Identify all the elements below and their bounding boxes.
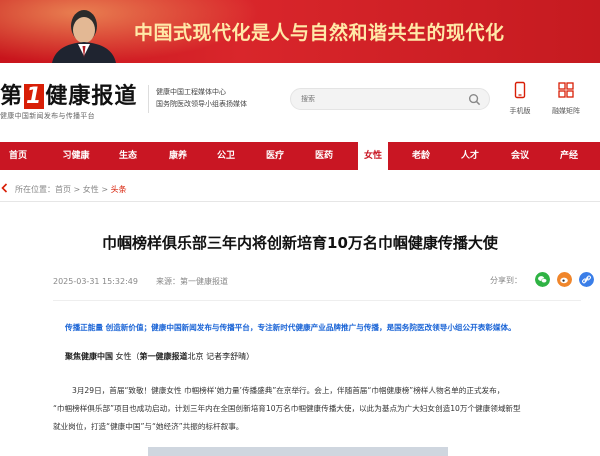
nav-item-talent[interactable]: 人才: [461, 142, 479, 170]
nav-item-conference[interactable]: 会议: [511, 142, 529, 170]
nav-item-elderly[interactable]: 老龄: [412, 142, 430, 170]
nav-item-industry[interactable]: 产经: [560, 142, 578, 170]
logo-prefix: 第: [0, 84, 24, 109]
nav-item-public-health[interactable]: 公卫: [217, 142, 235, 170]
nav-item-medicine[interactable]: 医药: [315, 142, 333, 170]
breadcrumb-prefix: 所在位置：: [15, 185, 55, 194]
main-nav: 首页 习健康 生态 康养 公卫 医疗 医药 女性 老龄 人才 会议 产经: [0, 142, 600, 170]
breadcrumb-section[interactable]: 女性: [83, 185, 99, 194]
mobile-version-button[interactable]: 手机版: [500, 81, 540, 116]
article-image: [148, 447, 448, 456]
logo-tagline: 健康中国新闻发布与传播平台: [0, 112, 95, 120]
site-logo[interactable]: 第 1 健康报道 健康中国新闻发布与传播平台: [0, 78, 137, 121]
breadcrumb-sep-2: >: [98, 185, 111, 194]
search-box[interactable]: [290, 88, 490, 110]
nav-item-xi-health[interactable]: 习健康: [62, 142, 89, 170]
banner-slogan: 中国式现代化是人与自然和谐共生的现代化: [134, 22, 505, 44]
breadcrumb-home[interactable]: 首页: [55, 185, 71, 194]
weibo-share-icon[interactable]: [557, 272, 573, 287]
share-bar: 分享到：: [490, 272, 595, 290]
logo-one: 1: [24, 84, 45, 109]
byline-focus: 聚焦健康中国: [65, 352, 113, 361]
header-divider: [148, 85, 149, 113]
breadcrumb-divider: [0, 201, 600, 202]
media-matrix-label: 融媒矩阵: [552, 107, 580, 115]
nav-item-ecology[interactable]: 生态: [119, 142, 137, 170]
grid-icon: [558, 82, 574, 98]
wechat-share-icon[interactable]: [535, 272, 551, 287]
article-summary: 传播正能量 创造新价值；健康中国新闻发布与传播平台，专注新时代健康产业品牌推广与…: [65, 323, 516, 332]
back-arrow-icon[interactable]: [0, 183, 10, 193]
top-banner: 中国式现代化是人与自然和谐共生的现代化: [0, 0, 600, 63]
search-input[interactable]: [301, 92, 461, 106]
search-icon[interactable]: [468, 93, 481, 106]
header-subtitle-1: 健康中国工程媒体中心: [156, 88, 226, 96]
article-date: 2025-03-31 15:32:49: [53, 277, 138, 286]
article-paragraph-3: 就业岗位，打造“健康中国”与“她经济”共振的标杆叙事。: [53, 422, 244, 431]
nav-item-women[interactable]: 女性: [357, 142, 389, 170]
nav-item-medical[interactable]: 医疗: [266, 142, 284, 170]
byline-outlet: 第一健康报道: [139, 352, 188, 361]
meta-divider: [53, 300, 581, 301]
byline-section: 女性（: [113, 352, 140, 361]
banner-portrait: [52, 10, 116, 63]
article-paragraph-2: “巾帼榜样俱乐部”项目也成功启动，计划三年内在全国创新培育10万名巾帼健康传播大…: [53, 404, 521, 413]
logo-rest: 健康报道: [45, 84, 138, 109]
site-header: 第 1 健康报道 健康中国新闻发布与传播平台 健康中国工程媒体中心 国务院医改领导小…: [0, 63, 600, 133]
byline-reporter: 北京 记者李舒晴）: [187, 352, 255, 361]
breadcrumb-sep-1: >: [71, 185, 83, 194]
mobile-phone-icon: [514, 81, 526, 99]
nav-item-home[interactable]: 首页: [9, 142, 27, 170]
link-share-icon[interactable]: [579, 272, 595, 287]
breadcrumb-current[interactable]: 头条: [111, 185, 127, 194]
article-title: 巾帼榜样俱乐部三年内将创新培育10万名巾帼健康传播大使: [102, 234, 498, 252]
mobile-version-label: 手机版: [509, 107, 531, 115]
share-label: 分享到：: [490, 276, 522, 285]
nav-item-wellness[interactable]: 康养: [169, 142, 187, 170]
article-byline: 聚焦健康中国 女性（第一健康报道北京 记者李舒晴）: [65, 351, 254, 362]
media-matrix-button[interactable]: 融媒矩阵: [546, 81, 586, 116]
article-paragraph-1: 3月29日，首届“致敬！健康女性 巾帼榜样‘她力量’传播盛典”在京举行。会上，伴…: [72, 386, 505, 395]
article-source: 来源：第一健康报道: [155, 277, 228, 286]
article-meta: 2025-03-31 15:32:49 来源：第一健康报道: [53, 276, 228, 287]
header-subtitle-2: 国务院医改领导小组表扬媒体: [156, 100, 247, 108]
breadcrumb: 所在位置：首页 > 女性 > 头条: [0, 183, 127, 197]
logo-wordmark: 第 1 健康报道: [0, 78, 137, 110]
